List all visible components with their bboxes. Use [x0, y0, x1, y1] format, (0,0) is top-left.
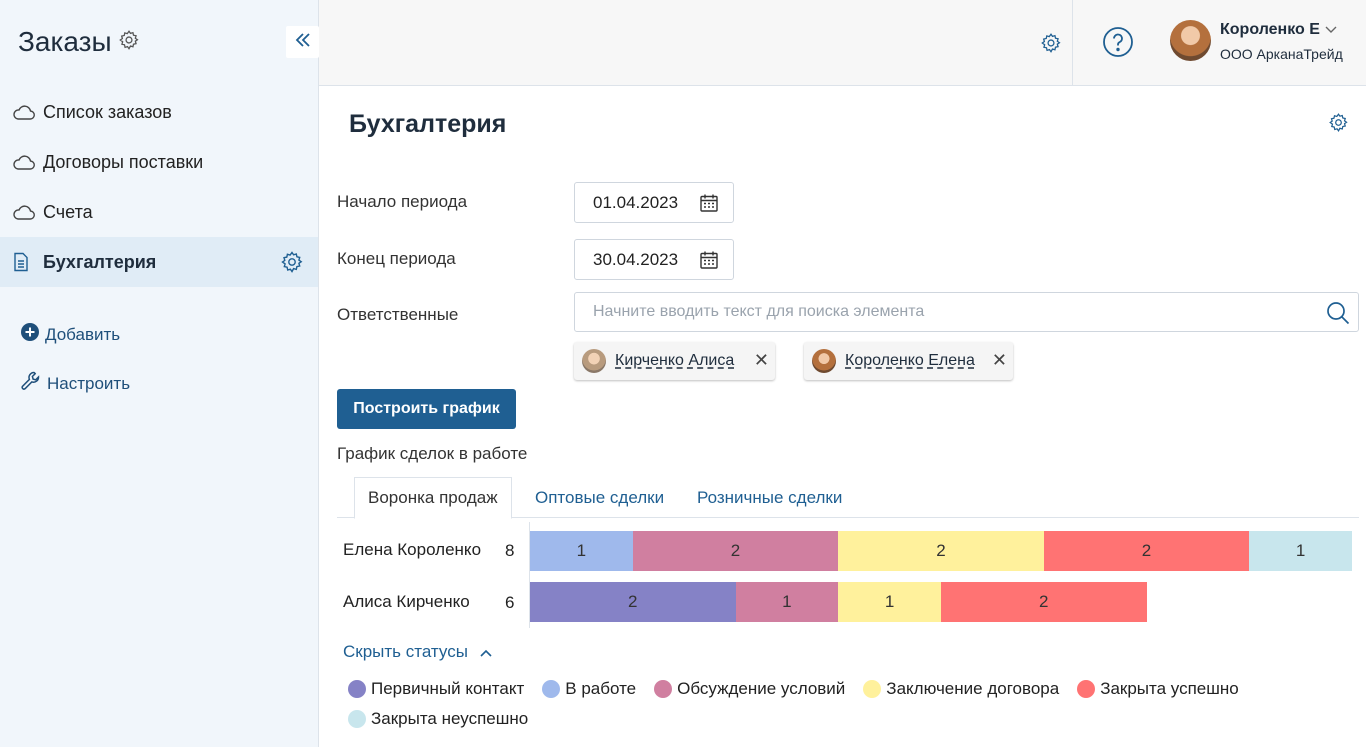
sidebar-item-orders-list[interactable]: Список заказов [0, 87, 318, 137]
chart-bar-segment[interactable]: 2 [1043, 531, 1250, 571]
sidebar-item-label: Бухгалтерия [43, 251, 157, 272]
responsible-label: Ответственные [337, 305, 459, 324]
legend-item: В работе [542, 678, 636, 700]
plus-circle-icon [20, 322, 40, 347]
wrench-icon [20, 370, 42, 397]
cloud-icon [12, 153, 38, 171]
period-end-value: 30.04.2023 [593, 249, 679, 269]
configure-button[interactable]: Настроить [20, 370, 130, 397]
sidebar-nav: Список заказов Договоры поставки Счета Б… [0, 87, 318, 287]
calendar-icon[interactable] [699, 193, 719, 218]
sidebar-item-label: Договоры поставки [43, 151, 204, 172]
search-icon[interactable] [1325, 300, 1351, 331]
legend-dot [542, 680, 561, 698]
legend-item: Обсуждение условий [654, 678, 845, 700]
sidebar-item-invoices[interactable]: Счета [0, 187, 318, 237]
tab-sales-funnel[interactable]: Воронка продаж [354, 477, 512, 519]
responsible-search-input[interactable] [593, 293, 1313, 331]
legend-dot [348, 680, 366, 698]
close-icon[interactable]: ✕ [754, 351, 769, 369]
double-chevron-left-icon [293, 30, 313, 55]
build-chart-button[interactable]: Построить график [337, 389, 516, 429]
chip-label[interactable]: Кирченко Алиса [615, 352, 734, 370]
legend-dot [348, 710, 366, 728]
toggle-statuses-button[interactable]: Скрыть статусы [343, 642, 492, 662]
responsible-chip[interactable]: Короленко Елена ✕ [804, 342, 1013, 380]
stacked-bar-chart: Елена Короленко 8 1 2 2 2 1 Алиса Кирченко 6 2 1 1 2 [337, 518, 1359, 630]
period-end-label: Конец периода [337, 249, 456, 268]
chevron-up-icon [480, 642, 492, 662]
gear-icon[interactable] [280, 250, 304, 279]
chart-row-total: 6 [505, 593, 515, 612]
user-org: ООО АрканаТрейд [1220, 46, 1343, 62]
header-divider [1072, 0, 1073, 86]
chart-bar-segment[interactable]: 2 [530, 582, 736, 622]
chart-bar-segment[interactable]: 2 [632, 531, 839, 571]
legend-item: Закрыта неуспешно [348, 708, 528, 730]
chart-bar-segment[interactable]: 2 [838, 531, 1044, 571]
app-title: Заказы [18, 26, 140, 58]
legend-dot [863, 680, 882, 698]
responsible-search-field[interactable] [574, 292, 1359, 332]
legend-label: Закрыта успешно [1100, 679, 1239, 698]
sidebar-item-accounting[interactable]: Бухгалтерия [0, 237, 318, 287]
chart-bar-segment[interactable]: 1 [1249, 531, 1352, 571]
legend-label: Первичный контакт [371, 679, 525, 698]
close-icon[interactable]: ✕ [992, 351, 1007, 369]
chevron-down-icon [1325, 21, 1337, 39]
sidebar-item-supply-contracts[interactable]: Договоры поставки [0, 137, 318, 187]
user-menu[interactable]: Короленко Е [1220, 21, 1337, 39]
cloud-icon [12, 103, 38, 121]
document-icon [12, 252, 38, 272]
avatar [812, 349, 836, 373]
gear-icon[interactable] [118, 26, 140, 58]
chart-bar-segment[interactable]: 1 [838, 582, 941, 622]
chart-bar-segment[interactable]: 2 [941, 582, 1147, 622]
chart-row-label: Елена Короленко [343, 540, 482, 559]
legend-label: В работе [565, 679, 637, 698]
chart-legend: Первичный контакт В работе Обсуждение усло… [348, 678, 1348, 730]
configure-label: Настроить [47, 373, 131, 393]
chart-row-total: 8 [505, 541, 515, 560]
gear-icon[interactable] [1040, 32, 1062, 59]
app-title-text: Заказы [18, 26, 112, 57]
avatar [582, 349, 606, 373]
sidebar-item-label: Список заказов [43, 101, 172, 122]
chart-bar-segment[interactable]: 1 [735, 582, 839, 622]
period-start-value: 01.04.2023 [593, 192, 679, 212]
avatar[interactable] [1170, 20, 1211, 61]
legend-label: Обсуждение условий [677, 679, 846, 698]
period-end-input[interactable]: 30.04.2023 [574, 239, 734, 280]
legend-item: Закрыта успешно [1077, 678, 1239, 700]
top-header: Короленко Е ООО АрканаТрейд [319, 0, 1366, 86]
collapse-sidebar-button[interactable] [286, 26, 319, 58]
period-start-input[interactable]: 01.04.2023 [574, 182, 734, 223]
calendar-icon[interactable] [699, 250, 719, 275]
sidebar: Заказы Список заказов Договоры поставки … [0, 0, 319, 747]
chart-tabs: Воронка продаж Оптовые сделки Розничные … [337, 477, 1359, 519]
chart-bar-segment[interactable]: 1 [530, 531, 633, 571]
chip-label[interactable]: Короленко Елена [845, 352, 975, 370]
legend-label: Заключение договора [886, 679, 1060, 698]
legend-label: Закрыта неуспешно [371, 709, 529, 728]
legend-dot [1077, 680, 1096, 698]
cloud-icon [12, 203, 38, 221]
legend-dot [654, 680, 673, 698]
help-icon[interactable] [1102, 26, 1134, 63]
sidebar-item-label: Счета [43, 201, 93, 222]
user-name: Короленко Е [1220, 21, 1320, 38]
legend-item: Первичный контакт [348, 678, 524, 700]
tab-wholesale-deals[interactable]: Оптовые сделки [535, 477, 664, 518]
legend-item: Заключение договора [863, 678, 1059, 700]
tab-retail-deals[interactable]: Розничные сделки [697, 477, 842, 518]
period-start-label: Начало периода [337, 192, 468, 211]
add-label: Добавить [45, 324, 121, 344]
toggle-statuses-label: Скрыть статусы [343, 642, 468, 661]
chart-title: График сделок в работе [337, 444, 528, 463]
gear-icon[interactable] [1328, 112, 1349, 138]
chart-row-label: Алиса Кирченко [343, 592, 470, 611]
responsible-chip[interactable]: Кирченко Алиса ✕ [574, 342, 775, 380]
page-title: Бухгалтерия [349, 110, 507, 138]
add-button[interactable]: Добавить [20, 322, 120, 347]
